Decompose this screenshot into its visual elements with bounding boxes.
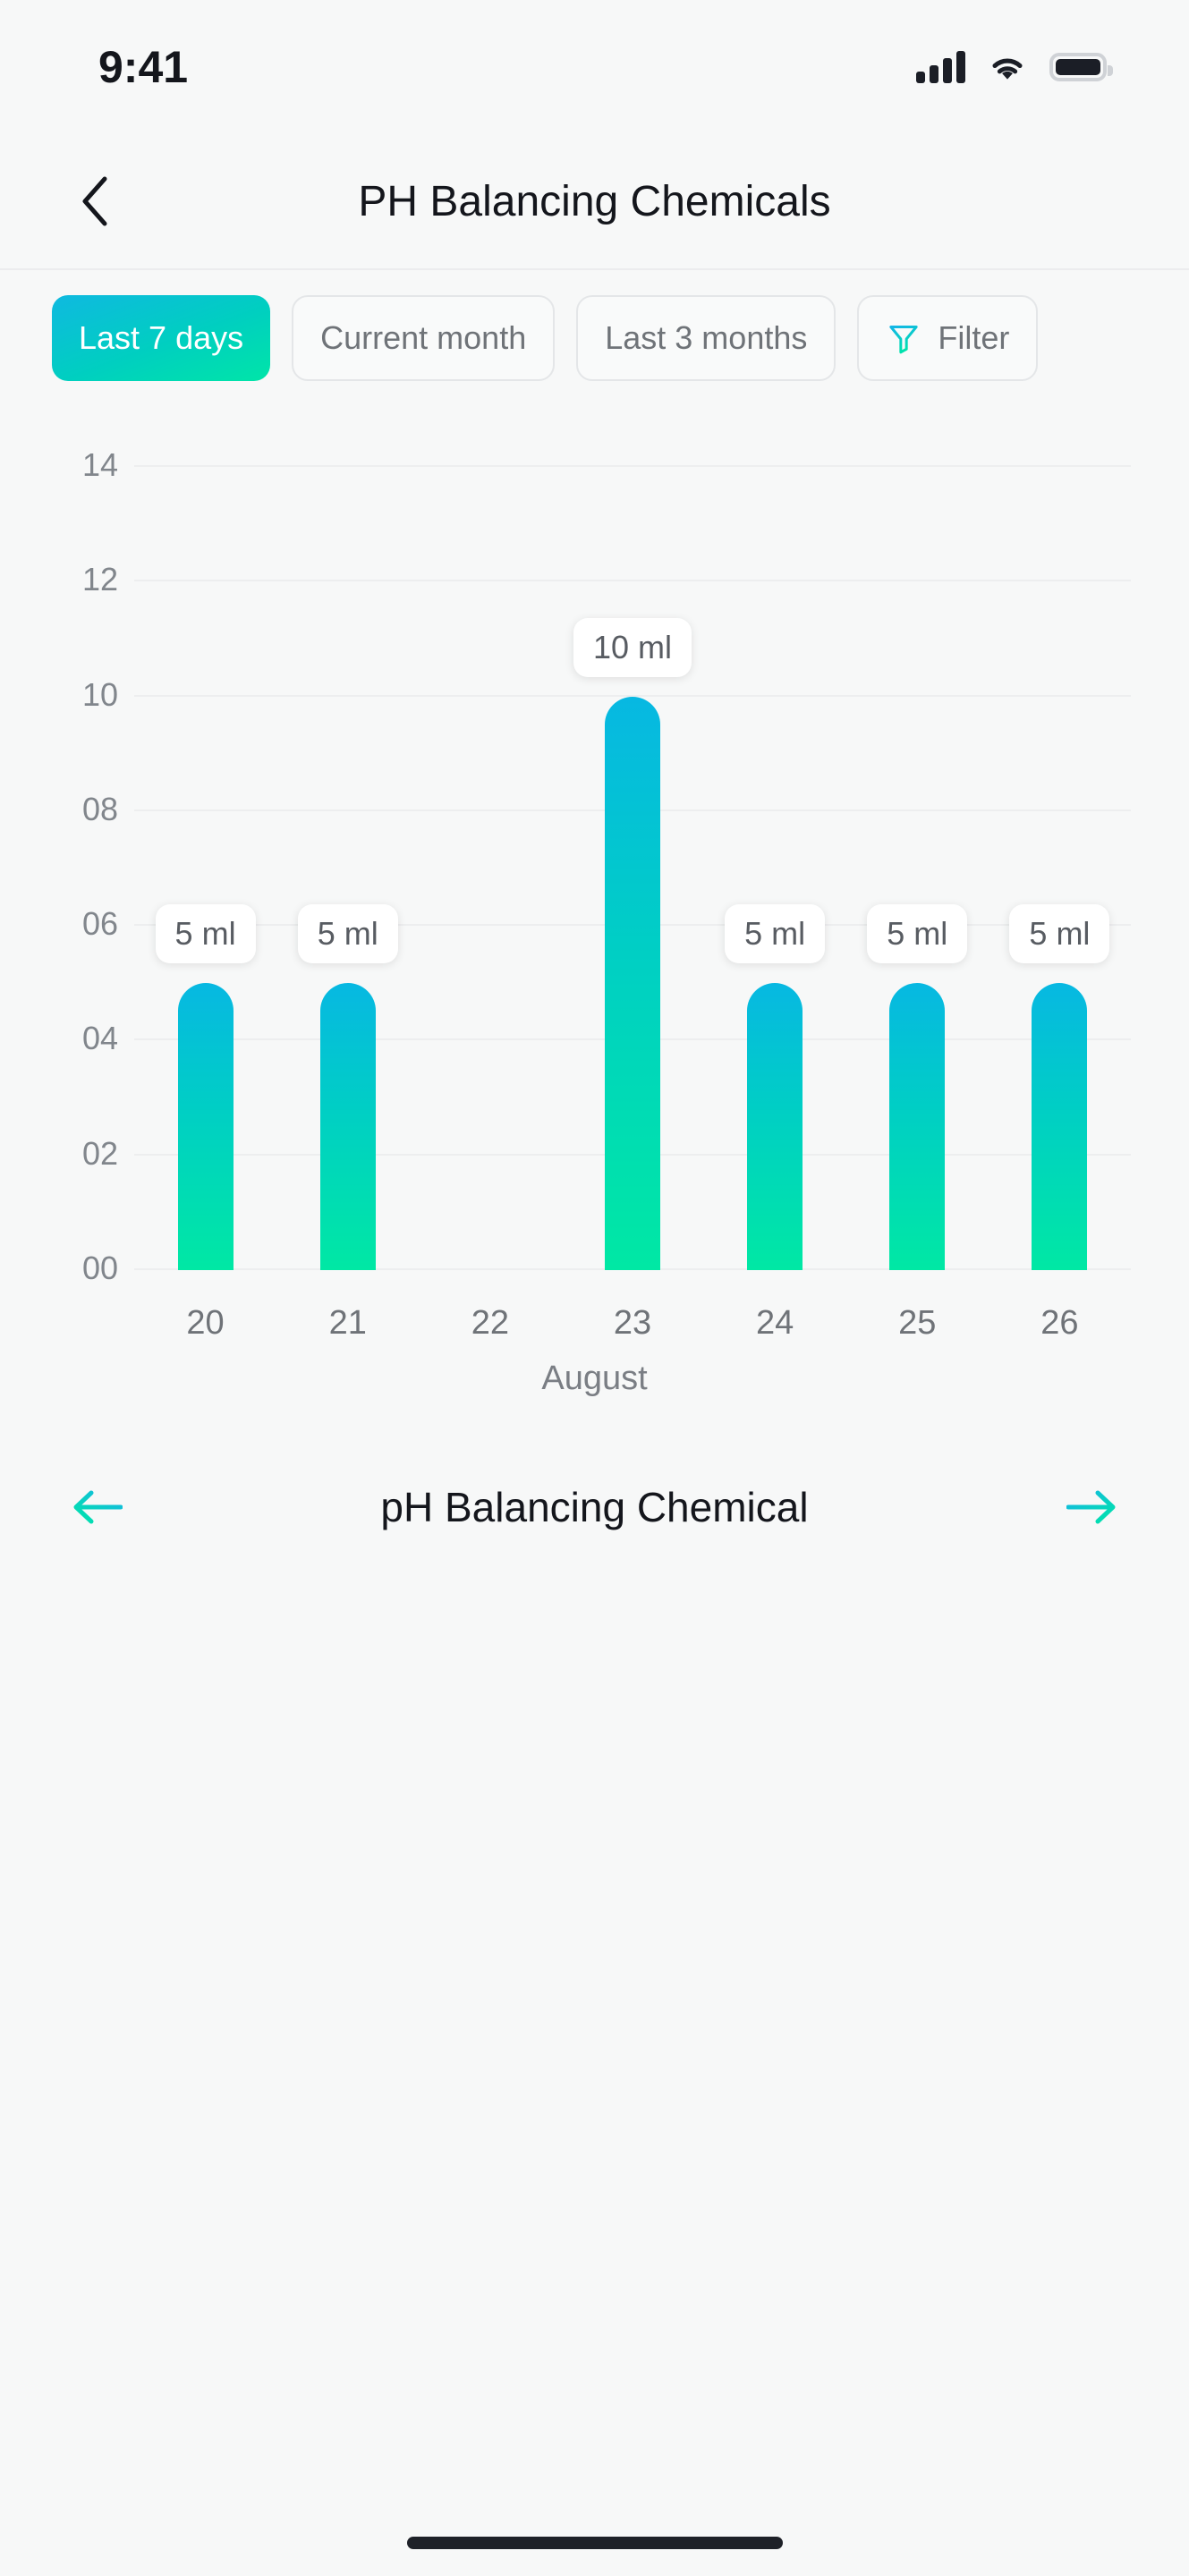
chevron-left-icon xyxy=(82,176,107,226)
page-title: PH Balancing Chemicals xyxy=(358,177,831,225)
bar-value-label: 5 ml xyxy=(725,904,826,964)
back-button[interactable] xyxy=(63,170,125,233)
pager-title: pH Balancing Chemical xyxy=(380,1484,809,1530)
bar-value-label: 5 ml xyxy=(1009,904,1110,964)
chart-plot-area: 5 ml 5 ml 10 ml 5 ml 5 ml 5 ml xyxy=(134,465,1131,1270)
bar-value-label: 5 ml xyxy=(155,904,256,964)
app-screen: 9:41 PH Balancing Chemicals Last 7 days xyxy=(0,0,1189,2576)
bar-value-label: 10 ml xyxy=(573,617,692,677)
status-bar-icons xyxy=(916,51,1113,83)
arrow-right-icon xyxy=(1066,1490,1116,1524)
bar-value-label: 5 ml xyxy=(297,904,398,964)
chart-bar[interactable] xyxy=(889,983,946,1270)
y-axis-tick: 10 xyxy=(81,675,118,713)
chip-label: Current month xyxy=(320,319,527,356)
chip-last-3-months[interactable]: Last 3 months xyxy=(576,295,837,381)
y-axis-tick: 02 xyxy=(81,1134,118,1172)
usage-bar-chart: 00 02 04 06 08 10 12 14 5 ml 5 ml 10 ml 5 ml 5 ml 5 … xyxy=(0,446,1189,1449)
x-axis-tick: 23 xyxy=(613,1304,652,1342)
y-axis-tick: 04 xyxy=(81,1020,118,1057)
chart-bar[interactable] xyxy=(177,983,234,1270)
chart-bar[interactable] xyxy=(319,983,376,1270)
x-axis-tick: 22 xyxy=(471,1304,509,1342)
chip-current-month[interactable]: Current month xyxy=(292,295,556,381)
y-axis-tick: 06 xyxy=(81,905,118,943)
funnel-icon xyxy=(889,326,919,354)
x-axis-tick: 26 xyxy=(1040,1304,1079,1342)
y-axis-tick: 14 xyxy=(81,446,118,483)
battery-icon xyxy=(1049,53,1113,81)
status-bar-clock: 9:41 xyxy=(98,42,189,92)
navigation-bar: PH Balancing Chemicals xyxy=(0,134,1189,270)
chip-label: Last 3 months xyxy=(605,319,808,356)
y-axis-tick: 00 xyxy=(81,1250,118,1286)
x-axis-tick: 25 xyxy=(898,1304,937,1342)
cellular-signal-icon xyxy=(916,51,965,83)
bar-value-label: 5 ml xyxy=(867,904,968,964)
x-axis-tick: 24 xyxy=(756,1304,794,1342)
home-indicator xyxy=(406,2537,783,2549)
chart-bar[interactable] xyxy=(747,983,803,1270)
y-axis-tick: 08 xyxy=(81,790,118,827)
status-bar: 9:41 xyxy=(0,0,1189,134)
chart-y-axis: 00 02 04 06 08 10 12 14 xyxy=(0,446,134,1286)
filter-button-label: Filter xyxy=(938,319,1010,356)
next-chemical-button[interactable] xyxy=(1058,1474,1125,1540)
wifi-icon xyxy=(992,58,1023,80)
chart-x-axis-label: August xyxy=(541,1360,648,1397)
chart-bar[interactable] xyxy=(605,696,660,1270)
filter-button[interactable]: Filter xyxy=(857,295,1039,381)
chart-bar[interactable] xyxy=(1032,983,1088,1270)
previous-chemical-button[interactable] xyxy=(64,1474,131,1540)
x-axis-tick: 20 xyxy=(186,1304,225,1342)
chip-label: Last 7 days xyxy=(79,319,244,356)
filter-chip-row: Last 7 days Current month Last 3 months … xyxy=(0,295,1189,381)
chip-last-7-days[interactable]: Last 7 days xyxy=(52,295,271,381)
chemical-pager: pH Balancing Chemical xyxy=(0,1458,1189,1556)
y-axis-tick: 12 xyxy=(81,561,118,598)
x-axis-tick: 21 xyxy=(328,1304,367,1342)
arrow-left-icon xyxy=(73,1490,123,1524)
